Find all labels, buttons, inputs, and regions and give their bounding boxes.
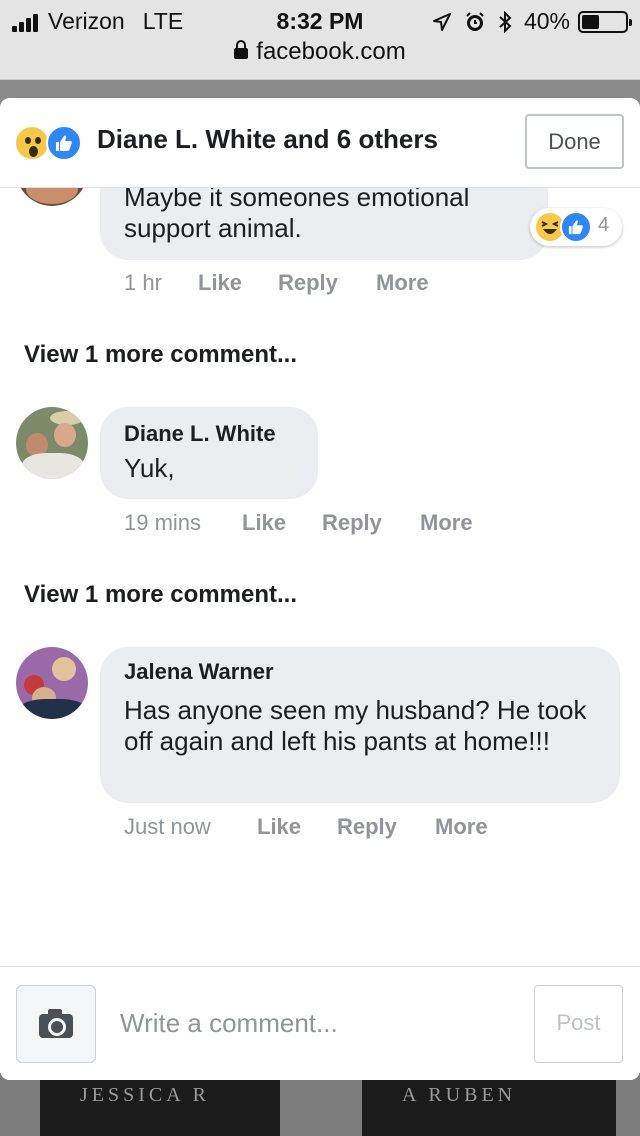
comment-bubble: Diane L. White Yuk, <box>100 407 318 499</box>
comment-author[interactable]: Jalena Warner <box>124 659 596 685</box>
url-text: facebook.com <box>256 38 406 65</box>
camera-button[interactable] <box>16 985 96 1063</box>
comment-time: Just now <box>124 814 211 839</box>
like-reaction-icon <box>46 125 82 161</box>
like-link[interactable]: Like <box>242 510 286 536</box>
wow-reaction-icon <box>14 125 50 161</box>
battery-icon <box>578 10 632 33</box>
post-button[interactable]: Post <box>534 985 623 1063</box>
sheet-header: Diane L. White and 6 others Done <box>0 98 640 188</box>
reply-link[interactable]: Reply <box>322 510 382 536</box>
comment-reactions[interactable]: 4 <box>530 208 622 246</box>
more-link[interactable]: More <box>435 814 488 840</box>
view-more-comments-link[interactable]: View 1 more comment... <box>24 581 297 609</box>
avatar[interactable] <box>16 647 88 719</box>
reaction-count: 4 <box>598 214 610 236</box>
like-reaction-icon <box>560 211 592 243</box>
like-link[interactable]: Like <box>198 270 242 296</box>
url-bar[interactable]: facebook.com <box>0 38 640 66</box>
avatar[interactable] <box>16 407 88 479</box>
comment-author[interactable]: Diane L. White <box>124 421 294 447</box>
view-more-comments-link[interactable]: View 1 more comment... <box>24 341 297 369</box>
comment-text: Maybe it someones emotional support anim… <box>124 182 470 243</box>
camera-icon <box>39 1009 73 1038</box>
comment-text: Yuk, <box>124 453 175 483</box>
battery-percent: 40% <box>523 8 570 34</box>
more-link[interactable]: More <box>376 270 429 296</box>
reply-link[interactable]: Reply <box>337 814 397 840</box>
comment-input[interactable] <box>120 997 510 1049</box>
comment-text: Has anyone seen my husband? He took off … <box>124 695 587 756</box>
like-link[interactable]: Like <box>257 814 301 840</box>
comment-time: 1 hr <box>124 270 162 295</box>
status-bar: Verizon LTE 8:32 PM 40% facebook.com <box>0 0 640 80</box>
done-button[interactable]: Done <box>525 114 624 169</box>
comment-composer: Post <box>0 966 640 1080</box>
comment-bubble: Jalena Warner Has anyone seen my husband… <box>100 647 620 803</box>
comment-time: 19 mins <box>124 510 202 535</box>
alarm-icon <box>466 11 484 31</box>
reactions-summary-title[interactable]: Diane L. White and 6 others <box>97 124 438 155</box>
more-link[interactable]: More <box>420 510 473 536</box>
reply-link[interactable]: Reply <box>278 270 338 296</box>
lock-icon <box>234 40 249 59</box>
bluetooth-icon <box>499 10 512 33</box>
location-arrow-icon <box>432 12 451 31</box>
comments-sheet: Diane L. White and 6 others Done Maybe i… <box>0 98 640 1080</box>
